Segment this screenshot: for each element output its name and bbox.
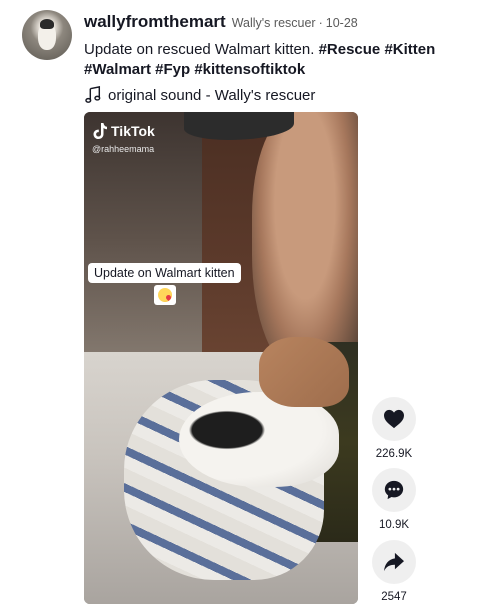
video-player[interactable]: TikTok @rahheemama Update on Walmart kit… (84, 112, 358, 604)
smiling-face-with-hearts-emoji (154, 285, 176, 305)
video-person (252, 112, 358, 372)
avatar[interactable] (22, 10, 72, 60)
hashtag-link[interactable]: #Walmart (84, 61, 151, 78)
username-link[interactable]: wallyfromthemart (84, 12, 226, 32)
like-button[interactable] (372, 397, 416, 441)
like-count: 226.9K (375, 448, 413, 460)
comment-button[interactable] (372, 468, 416, 512)
comment-count: 10.9K (378, 519, 410, 531)
author-row: wallyfromthemart Wally's rescuer · 10-28 (84, 12, 479, 32)
hashtag-link[interactable]: #Kitten (384, 41, 435, 58)
music-link[interactable]: original sound - Wally's rescuer (84, 86, 479, 104)
share-button[interactable] (372, 540, 416, 584)
video-arm (259, 337, 349, 407)
hashtag-link[interactable]: #Fyp (155, 61, 190, 78)
tiktok-logo-icon (93, 123, 107, 139)
post-caption: Update on rescued Walmart kitten. #Rescu… (84, 40, 484, 80)
watermark-handle: @rahheemama (92, 144, 155, 154)
nickname: Wally's rescuer (231, 16, 316, 30)
hashtag-link[interactable]: #Rescue (319, 41, 381, 58)
tiktok-watermark: TikTok (92, 122, 155, 140)
music-note-icon (85, 86, 101, 103)
music-title: original sound - Wally's rescuer (108, 86, 316, 104)
caption-text: Update on rescued Walmart kitten. (84, 41, 315, 58)
avatar-kitten-image (38, 19, 56, 50)
emoji-face (158, 288, 172, 302)
post-header: wallyfromthemart Wally's rescuer · 10-28… (84, 12, 479, 104)
share-icon (384, 552, 404, 572)
heart-icon (384, 409, 404, 429)
hashtag-link[interactable]: #kittensoftiktok (194, 61, 305, 78)
separator: · (318, 16, 323, 30)
comment-icon (384, 480, 404, 500)
share-count: 2547 (381, 591, 407, 603)
video-text-overlay: Update on Walmart kitten (88, 263, 241, 283)
tiktok-brand: TikTok (111, 123, 155, 139)
post-date: 10-28 (325, 16, 358, 30)
